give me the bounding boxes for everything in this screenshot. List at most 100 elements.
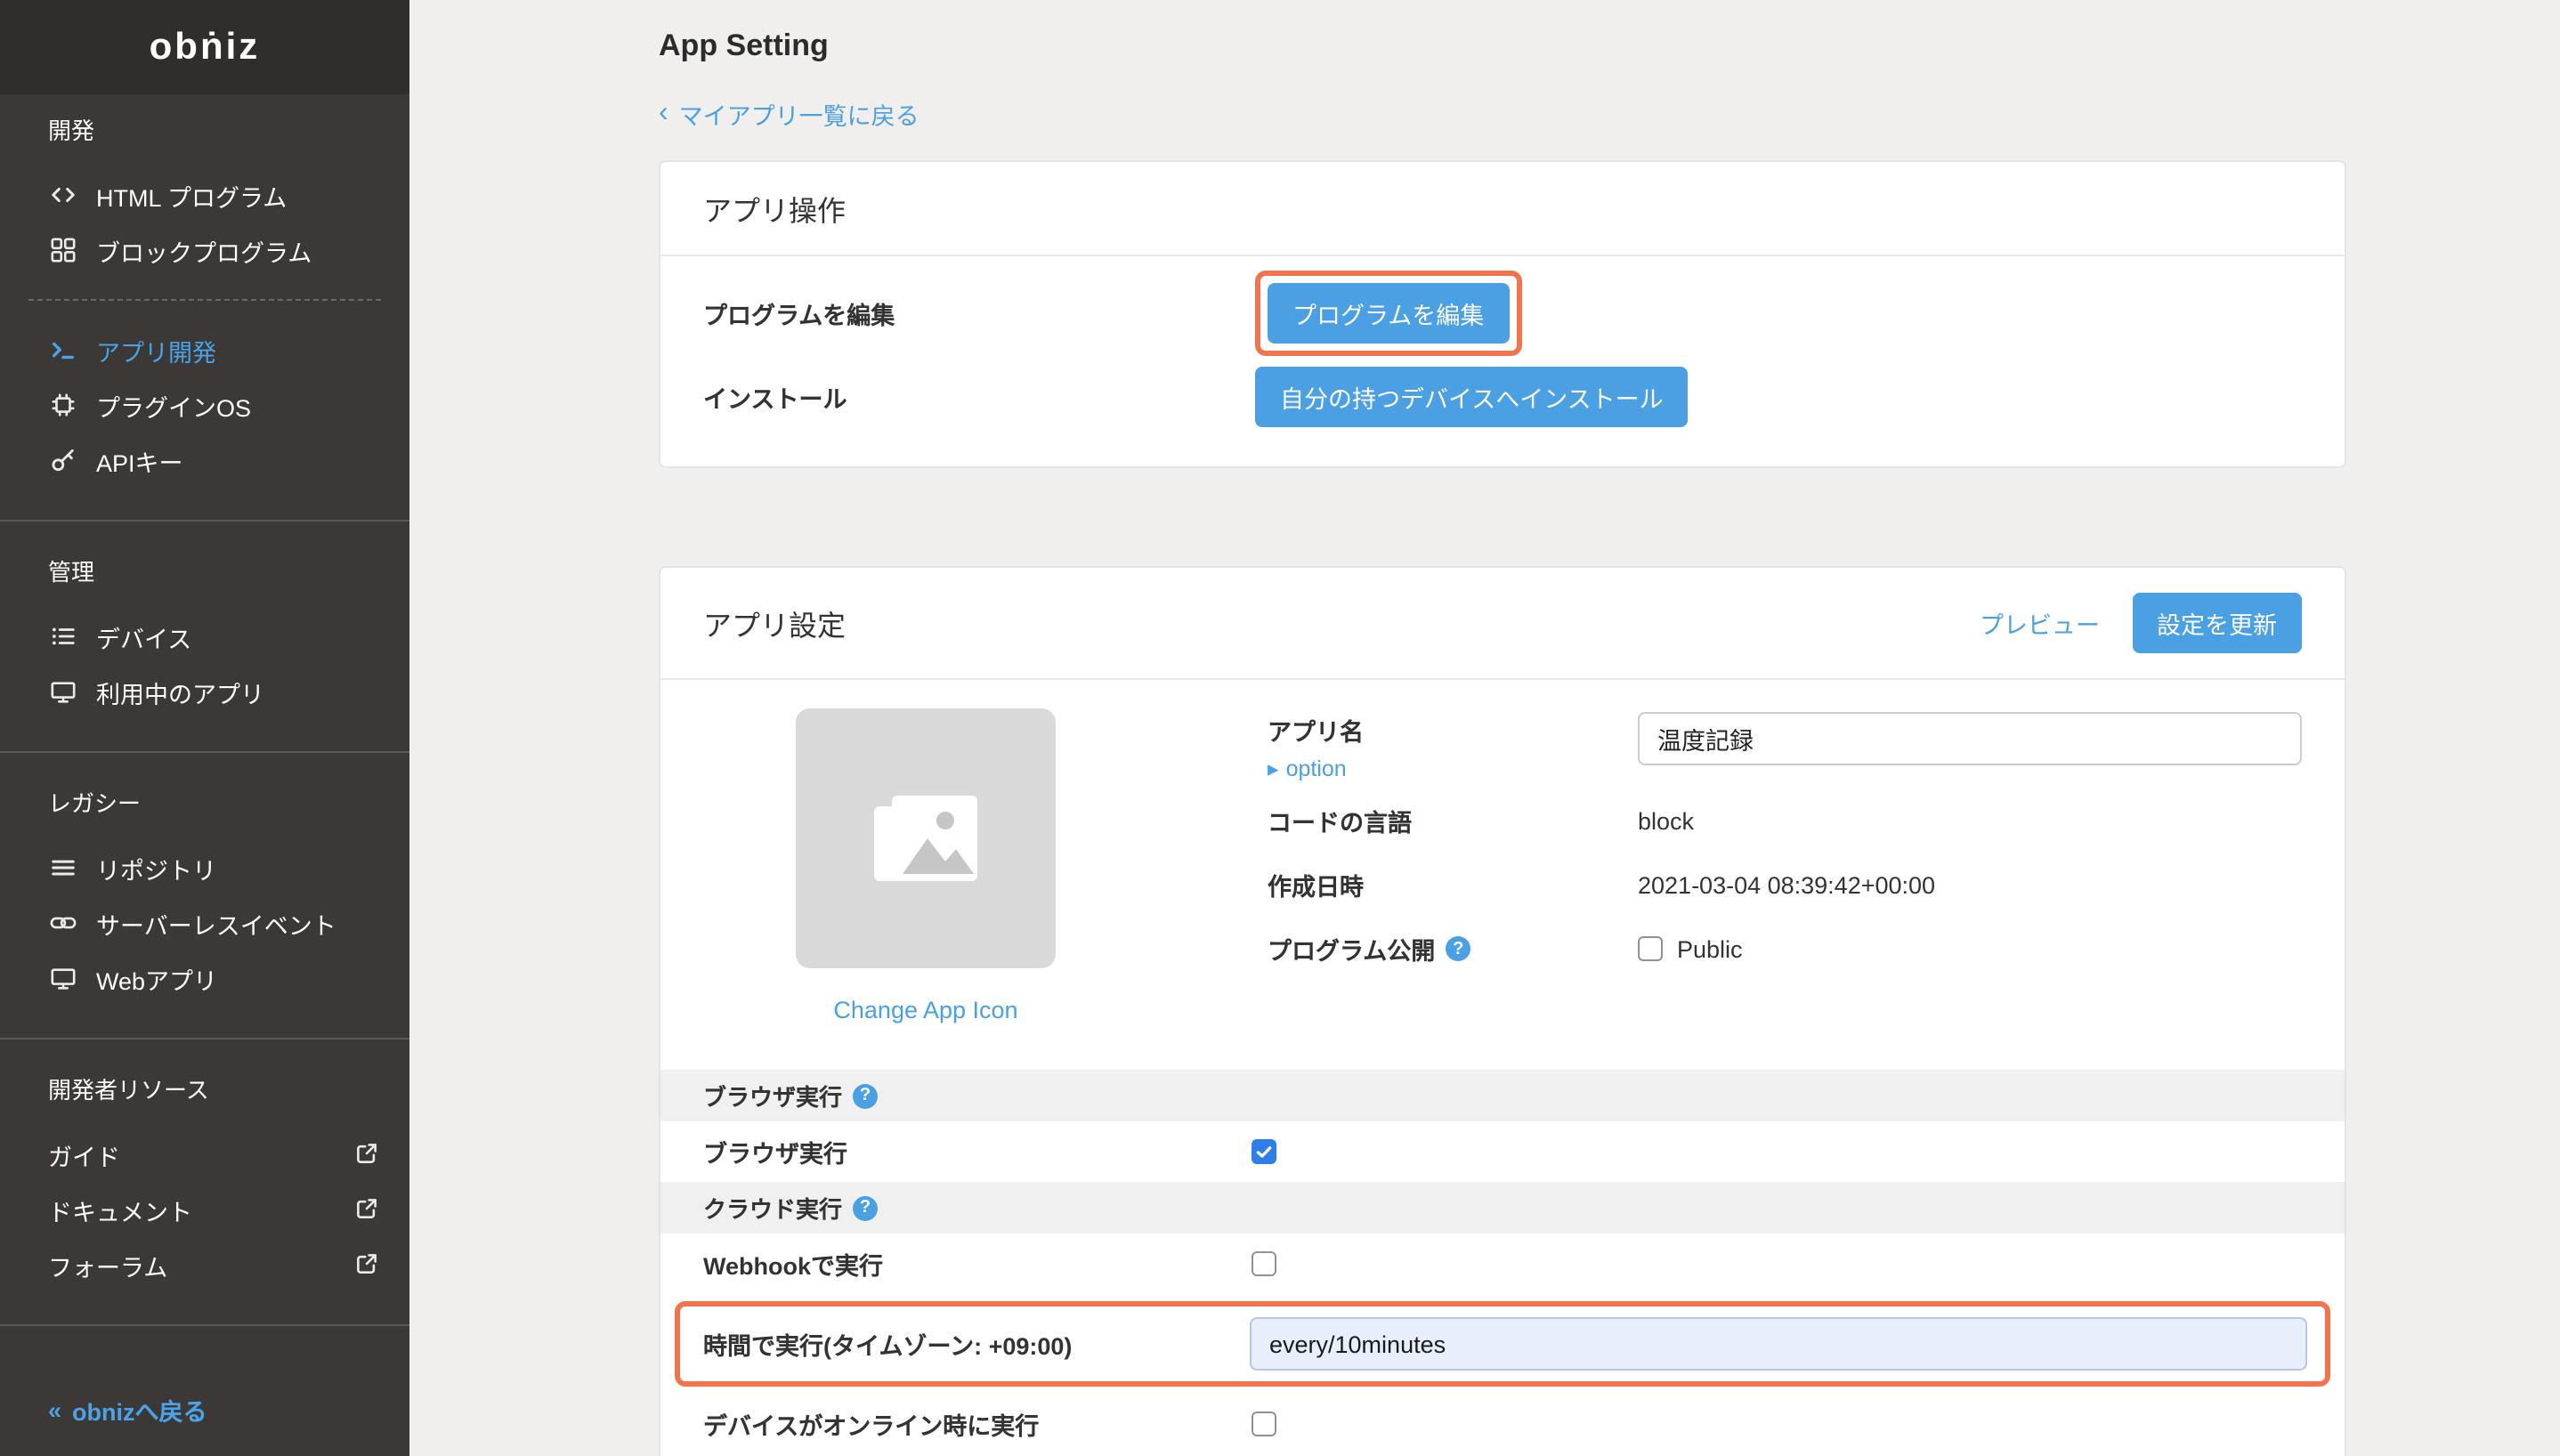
browser-run-checkbox[interactable] xyxy=(1252,1139,1276,1164)
obniz-logo-text: obṅiz xyxy=(150,26,261,69)
sidebar-item-label: Webアプリ xyxy=(96,960,217,996)
device-list-icon xyxy=(48,622,77,651)
sidebar-section-management: 管理 デバイス 利用中のアプリ xyxy=(0,554,409,719)
annotation-highlight-box: プログラムを編集 xyxy=(1255,271,1521,356)
help-icon[interactable]: ? xyxy=(1446,936,1470,961)
sidebar-item-repository[interactable]: リポジトリ xyxy=(0,840,409,895)
sidebar-item-label: ガイド xyxy=(48,1136,120,1172)
sidebar-item-web-app[interactable]: Webアプリ xyxy=(0,950,409,1006)
publish-field: プログラム公開 ? Public xyxy=(1268,931,2302,967)
chip-icon xyxy=(48,391,77,419)
monitor-icon xyxy=(48,677,77,706)
app-name-value xyxy=(1638,712,2302,765)
publish-label-block: プログラム公開 ? xyxy=(1268,931,1638,967)
created-at-value: 2021-03-04 08:39:42+00:00 xyxy=(1638,871,2302,898)
sidebar-item-plugin-os[interactable]: プラグインOS xyxy=(0,377,409,433)
schedule-run-label: 時間で実行(タイムゾーン: +09:00) xyxy=(696,1326,1250,1362)
install-to-device-button[interactable]: 自分の持つデバイスへインストール xyxy=(1255,367,1689,427)
install-label: インストール xyxy=(703,379,1255,415)
external-link-icon xyxy=(354,1251,381,1278)
update-settings-button[interactable]: 設定を更新 xyxy=(2132,593,2302,653)
help-icon[interactable]: ? xyxy=(853,1083,878,1108)
sidebar-item-label: ブロックプログラム xyxy=(96,232,312,268)
sidebar: obṅiz 開発 HTML プログラム ブロックプログラム xyxy=(0,0,409,1456)
created-at-label: 作成日時 xyxy=(1268,867,1638,902)
sidebar-item-html-program[interactable]: HTML プログラム xyxy=(0,167,409,222)
option-link[interactable]: ▸ option xyxy=(1268,755,1638,781)
sidebar-item-devices[interactable]: デバイス xyxy=(0,609,409,664)
image-icon xyxy=(874,796,977,881)
public-checkbox-label: Public xyxy=(1677,935,1743,962)
app-profile-section: Change App Icon アプリ名 ▸ option xyxy=(660,680,2345,1070)
help-icon[interactable]: ? xyxy=(853,1195,878,1220)
edit-program-button[interactable]: プログラムを編集 xyxy=(1268,283,1509,344)
double-chevron-left-icon: « xyxy=(48,1396,61,1423)
link-icon xyxy=(48,909,77,937)
sidebar-item-label: リポジトリ xyxy=(96,850,216,886)
app-name-field: アプリ名 ▸ option xyxy=(1268,712,2302,781)
sidebar-item-block-program[interactable]: ブロックプログラム xyxy=(0,222,409,278)
schedule-run-input[interactable] xyxy=(1250,1317,2307,1371)
sidebar-item-label: プラグインOS xyxy=(96,387,251,423)
back-to-my-apps-label: マイアプリ一覧に戻る xyxy=(679,96,919,132)
sidebar-item-serverless-events[interactable]: サーバーレスイベント xyxy=(0,895,409,950)
edit-program-label: プログラムを編集 xyxy=(703,295,1255,331)
obniz-logo[interactable]: obṅiz xyxy=(0,0,409,94)
chevron-left-icon: ‹ xyxy=(659,101,668,126)
sidebar-section-label: 開発 xyxy=(48,112,409,146)
app-icon-column: Change App Icon xyxy=(796,708,1056,1023)
sidebar-section-label: レガシー xyxy=(48,785,409,819)
page-title: App Setting xyxy=(659,25,2560,68)
app-name-input[interactable] xyxy=(1638,712,2302,765)
sidebar-item-app-development[interactable]: アプリ開発 xyxy=(0,322,409,377)
sidebar-section-label: 管理 xyxy=(48,554,409,587)
sidebar-item-label: サーバーレスイベント xyxy=(96,905,336,941)
app-operations-header: アプリ操作 xyxy=(660,162,2345,256)
webhook-run-label: Webhookで実行 xyxy=(703,1246,1252,1282)
external-link-icon xyxy=(354,1141,381,1168)
divider xyxy=(0,751,409,753)
created-at-field: 作成日時 2021-03-04 08:39:42+00:00 xyxy=(1268,867,2302,902)
sidebar-item-api-key[interactable]: APIキー xyxy=(0,433,409,488)
app-window: obṅiz 開発 HTML プログラム ブロックプログラム xyxy=(0,0,2560,1456)
back-to-my-apps-link[interactable]: ‹ マイアプリ一覧に戻る xyxy=(659,96,919,132)
browser-run-row: ブラウザ実行 xyxy=(660,1121,2345,1182)
divider xyxy=(0,1324,409,1326)
sidebar-item-label: ドキュメント xyxy=(48,1192,192,1227)
cloud-run-section-header: クラウド実行 ? xyxy=(660,1182,2345,1234)
app-settings-actions: プレビュー 設定を更新 xyxy=(1980,593,2302,653)
app-icon-placeholder xyxy=(796,708,1056,968)
cloud-run-section-title: クラウド実行 xyxy=(703,1191,842,1225)
publish-label: プログラム公開 xyxy=(1268,931,1435,967)
app-operations-body: プログラムを編集 プログラムを編集 インストール 自分の持つデバイスへインストー… xyxy=(660,256,2345,466)
sidebar-item-guide[interactable]: ガイド xyxy=(0,1127,409,1182)
online-run-checkbox[interactable] xyxy=(1252,1412,1276,1436)
divider xyxy=(28,299,381,301)
blocks-icon xyxy=(48,236,77,264)
webhook-run-checkbox[interactable] xyxy=(1252,1251,1276,1276)
sidebar-section-developer-resources: 開発者リソース ガイド ドキュメント フォーラム xyxy=(0,1072,409,1292)
terminal-icon xyxy=(48,336,77,364)
external-link-icon xyxy=(354,1196,381,1223)
app-operations-card: アプリ操作 プログラムを編集 プログラムを編集 インストール 自分の持つデバイス… xyxy=(659,160,2346,468)
back-to-obniz-link[interactable]: « obnizへ戻る xyxy=(48,1392,207,1428)
back-to-obniz-label: obnizへ戻る xyxy=(72,1392,207,1428)
preview-button[interactable]: プレビュー xyxy=(1980,605,2100,641)
change-app-icon-link[interactable]: Change App Icon xyxy=(833,997,1017,1023)
sidebar-item-document[interactable]: ドキュメント xyxy=(0,1182,409,1237)
sidebar-section-label: 開発者リソース xyxy=(48,1072,409,1105)
public-checkbox[interactable] xyxy=(1638,936,1663,961)
webhook-run-row: Webhookで実行 xyxy=(660,1234,2345,1294)
sidebar-nav: 開発 HTML プログラム ブロックプログラム xyxy=(0,94,409,1456)
app-fields-column: アプリ名 ▸ option コードの言語 block xyxy=(1268,708,2302,1023)
app-settings-card: アプリ設定 プレビュー 設定を更新 Ch xyxy=(659,566,2346,1456)
sidebar-item-label: アプリ開発 xyxy=(96,332,216,368)
app-operations-title: アプリ操作 xyxy=(703,187,846,230)
code-language-value: block xyxy=(1638,807,2302,834)
sidebar-item-apps-in-use[interactable]: 利用中のアプリ xyxy=(0,664,409,719)
sidebar-item-forum[interactable]: フォーラム xyxy=(0,1237,409,1292)
code-language-field: コードの言語 block xyxy=(1268,803,2302,838)
divider xyxy=(0,1038,409,1039)
edit-program-row: プログラムを編集 プログラムを編集 xyxy=(703,271,2302,356)
option-link-label: option xyxy=(1286,756,1347,781)
